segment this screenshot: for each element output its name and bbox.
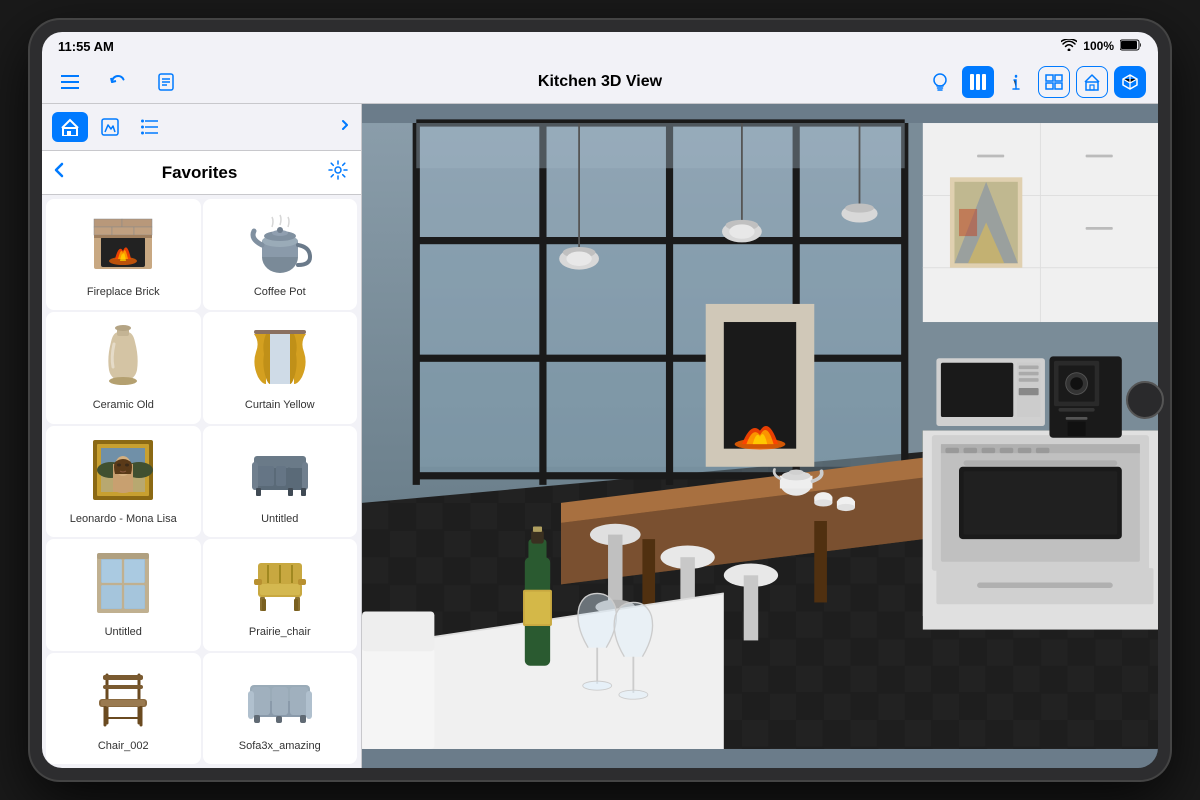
tablet-screen: 11:55 AM 100% (42, 32, 1158, 768)
untitled-window-image (87, 547, 159, 619)
sidebar-more-btn[interactable] (339, 117, 351, 138)
status-icons: 100% (1061, 39, 1142, 54)
fireplace-brick-image (87, 207, 159, 279)
item-sofa3x[interactable]: Sofa3x_amazing (203, 653, 358, 764)
item-ceramic-old[interactable]: Ceramic Old (46, 312, 201, 423)
tab-list[interactable] (132, 112, 168, 142)
ceramic-old-label: Ceramic Old (93, 398, 154, 412)
favorites-settings-btn[interactable] (327, 159, 349, 186)
status-time: 11:55 AM (58, 39, 114, 54)
document-button[interactable] (150, 66, 182, 98)
main-content: Favorites (42, 104, 1158, 768)
toolbar: Kitchen 3D View (42, 60, 1158, 104)
ceramic-old-image (87, 320, 159, 392)
item-mona-lisa[interactable]: Leonardo - Mona Lisa (46, 426, 201, 537)
tablet-frame: 11:55 AM 100% (30, 20, 1170, 780)
toolbar-left (54, 66, 182, 98)
item-untitled-window[interactable]: Untitled (46, 539, 201, 650)
untitled-window-label: Untitled (105, 625, 142, 639)
library-button[interactable] (962, 66, 994, 98)
battery-percent: 100% (1083, 39, 1114, 53)
curtain-yellow-label: Curtain Yellow (245, 398, 315, 412)
item-fireplace-brick[interactable]: Fireplace Brick (46, 199, 201, 310)
item-untitled-sofa[interactable]: Untitled (203, 426, 358, 537)
wifi-icon (1061, 39, 1077, 54)
mona-lisa-label: Leonardo - Mona Lisa (70, 512, 177, 526)
item-curtain-yellow[interactable]: Curtain Yellow (203, 312, 358, 423)
kitchen-3d-view (362, 104, 1158, 768)
coffee-pot-label: Coffee Pot (254, 285, 306, 299)
tab-house[interactable] (52, 112, 88, 142)
sofa3x-image (244, 661, 316, 733)
chair-002-label: Chair_002 (98, 739, 149, 753)
item-chair-002[interactable]: Chair_002 (46, 653, 201, 764)
toolbar-right (924, 66, 1146, 98)
floorplan-button[interactable] (1038, 66, 1070, 98)
lightbulb-button[interactable] (924, 66, 956, 98)
house-button[interactable] (1076, 66, 1108, 98)
fireplace-brick-label: Fireplace Brick (87, 285, 160, 299)
sidebar: Favorites (42, 104, 362, 768)
prairie-chair-label: Prairie_chair (249, 625, 311, 639)
sidebar-tabs (42, 104, 361, 151)
sofa3x-label: Sofa3x_amazing (239, 739, 321, 753)
menu-button[interactable] (54, 66, 86, 98)
untitled-sofa-label: Untitled (261, 512, 298, 526)
info-button[interactable] (1000, 66, 1032, 98)
tab-draw[interactable] (92, 112, 128, 142)
sidebar-title: Favorites (72, 163, 327, 183)
home-button[interactable] (1126, 381, 1164, 419)
mona-lisa-image (87, 434, 159, 506)
prairie-chair-image (244, 547, 316, 619)
undo-button[interactable] (102, 66, 134, 98)
chair-002-image (87, 661, 159, 733)
cube-button[interactable] (1114, 66, 1146, 98)
sidebar-header: Favorites (42, 151, 361, 195)
toolbar-title: Kitchen 3D View (538, 73, 662, 91)
item-coffee-pot[interactable]: Coffee Pot (203, 199, 358, 310)
untitled-sofa-image (244, 434, 316, 506)
curtain-yellow-image (244, 320, 316, 392)
item-prairie-chair[interactable]: Prairie_chair (203, 539, 358, 650)
battery-icon (1120, 39, 1142, 54)
coffee-pot-image (244, 207, 316, 279)
status-bar: 11:55 AM 100% (42, 32, 1158, 60)
back-button[interactable] (54, 161, 64, 184)
items-grid: Fireplace Brick (42, 195, 361, 768)
